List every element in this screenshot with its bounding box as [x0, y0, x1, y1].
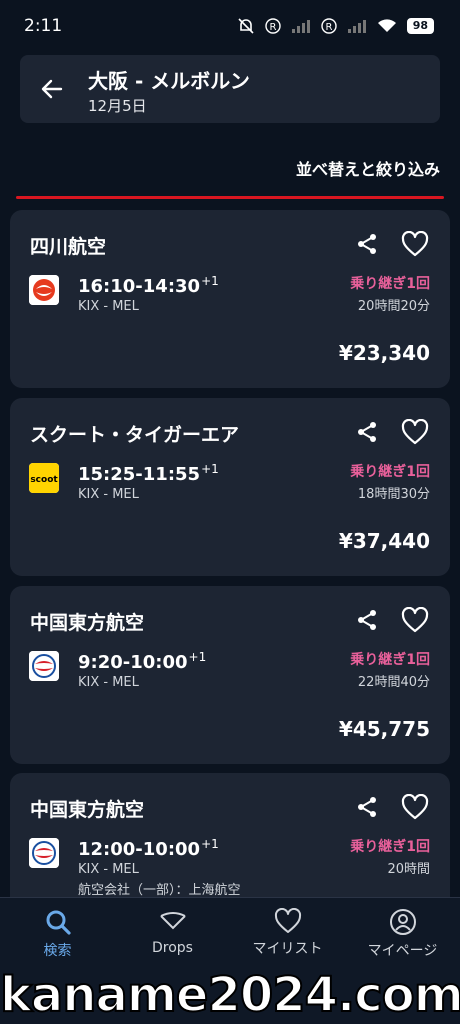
signal-icon [291, 20, 310, 33]
stops-label: 乗り継ぎ1回 [350, 464, 430, 480]
search-icon [46, 910, 71, 935]
flight-duration: 20時間 [387, 862, 430, 877]
sort-filter-button[interactable]: 並べ替えと絞り込み [296, 156, 440, 180]
share-icon[interactable] [355, 232, 379, 256]
progress-divider [16, 196, 444, 199]
svg-text:R: R [325, 22, 332, 33]
flight-card[interactable]: スクート・タイガーエア scoot 15:25-11:55+1 KIX - ME… [10, 398, 450, 576]
drops-icon [159, 912, 186, 930]
flight-price: ¥45,775 [338, 717, 430, 741]
share-icon[interactable] [355, 608, 379, 632]
heart-icon [274, 908, 301, 933]
operated-by: 航空会社（一部）：上海航空 [78, 883, 241, 898]
flight-times: 9:20-10:00+1 [78, 650, 207, 673]
flight-duration: 18時間30分 [357, 487, 430, 502]
nav-label: マイページ [367, 943, 438, 959]
registered-icon-2: R [320, 18, 337, 34]
china-eastern-logo [29, 651, 59, 681]
flight-times: 16:10-14:30+1 [78, 274, 219, 297]
back-arrow-icon[interactable] [40, 77, 64, 101]
nav-label: マイリスト [252, 941, 323, 957]
favorite-heart-icon[interactable] [401, 794, 429, 820]
status-bar: 2:11 R R 98 [0, 0, 460, 52]
airline-name: 中国東方航空 [30, 612, 145, 634]
scoot-logo: scoot [29, 463, 59, 493]
stops-label: 乗り継ぎ1回 [350, 652, 430, 668]
watermark-text: kaname2024.com [0, 966, 460, 1024]
flight-duration: 20時間20分 [357, 299, 430, 314]
registered-icon: R [264, 18, 281, 34]
favorite-heart-icon[interactable] [401, 607, 429, 633]
flight-airports: KIX - MEL [78, 299, 139, 314]
search-header[interactable]: 大阪 - メルボルン 12月5日 [20, 55, 440, 123]
profile-icon [389, 909, 416, 935]
flight-times: 15:25-11:55+1 [78, 462, 219, 485]
nav-search[interactable]: 検索 [0, 908, 115, 968]
flight-duration: 22時間40分 [357, 675, 430, 690]
share-icon[interactable] [355, 420, 379, 444]
stops-label: 乗り継ぎ1回 [350, 276, 430, 292]
nav-mypage[interactable]: マイページ [345, 908, 460, 968]
nav-label: Drops [152, 940, 193, 956]
flight-price: ¥23,340 [338, 341, 430, 365]
status-icons: R R 98 [237, 17, 434, 35]
china-eastern-logo [29, 838, 59, 868]
nav-mylist[interactable]: マイリスト [230, 908, 345, 968]
flight-price: ¥37,440 [338, 529, 430, 553]
nav-drops[interactable]: Drops [115, 908, 230, 968]
nav-label: 検索 [43, 943, 72, 959]
airline-name: 四川航空 [30, 236, 107, 258]
status-time: 2:11 [24, 16, 63, 36]
route-title: 大阪 - メルボルン [88, 69, 250, 93]
battery-indicator: 98 [406, 18, 434, 34]
wifi-icon [377, 19, 396, 32]
stops-label: 乗り継ぎ1回 [350, 839, 430, 855]
favorite-heart-icon[interactable] [401, 231, 429, 257]
svg-text:R: R [269, 22, 276, 33]
signal-icon-2 [347, 20, 366, 33]
flight-airports: KIX - MEL [78, 675, 139, 690]
flight-card[interactable]: 中国東方航空 9:20-10:00+1 KIX - MEL 乗り継ぎ1回 22時… [10, 586, 450, 764]
sichuan-airlines-logo [29, 275, 59, 305]
flight-times: 12:00-10:00+1 [78, 837, 219, 860]
bell-muted-icon [238, 18, 254, 34]
flight-airports: KIX - MEL [78, 487, 139, 502]
favorite-heart-icon[interactable] [401, 419, 429, 445]
share-icon[interactable] [355, 795, 379, 819]
svg-text:scoot: scoot [30, 475, 58, 485]
flight-airports: KIX - MEL [78, 862, 139, 877]
airline-name: スクート・タイガーエア [30, 424, 240, 446]
flight-card[interactable]: 四川航空 16:10-14:30+1 KIX - MEL 乗り継ぎ1回 20時間… [10, 210, 450, 388]
travel-date: 12月5日 [88, 97, 147, 115]
airline-name: 中国東方航空 [30, 799, 145, 821]
